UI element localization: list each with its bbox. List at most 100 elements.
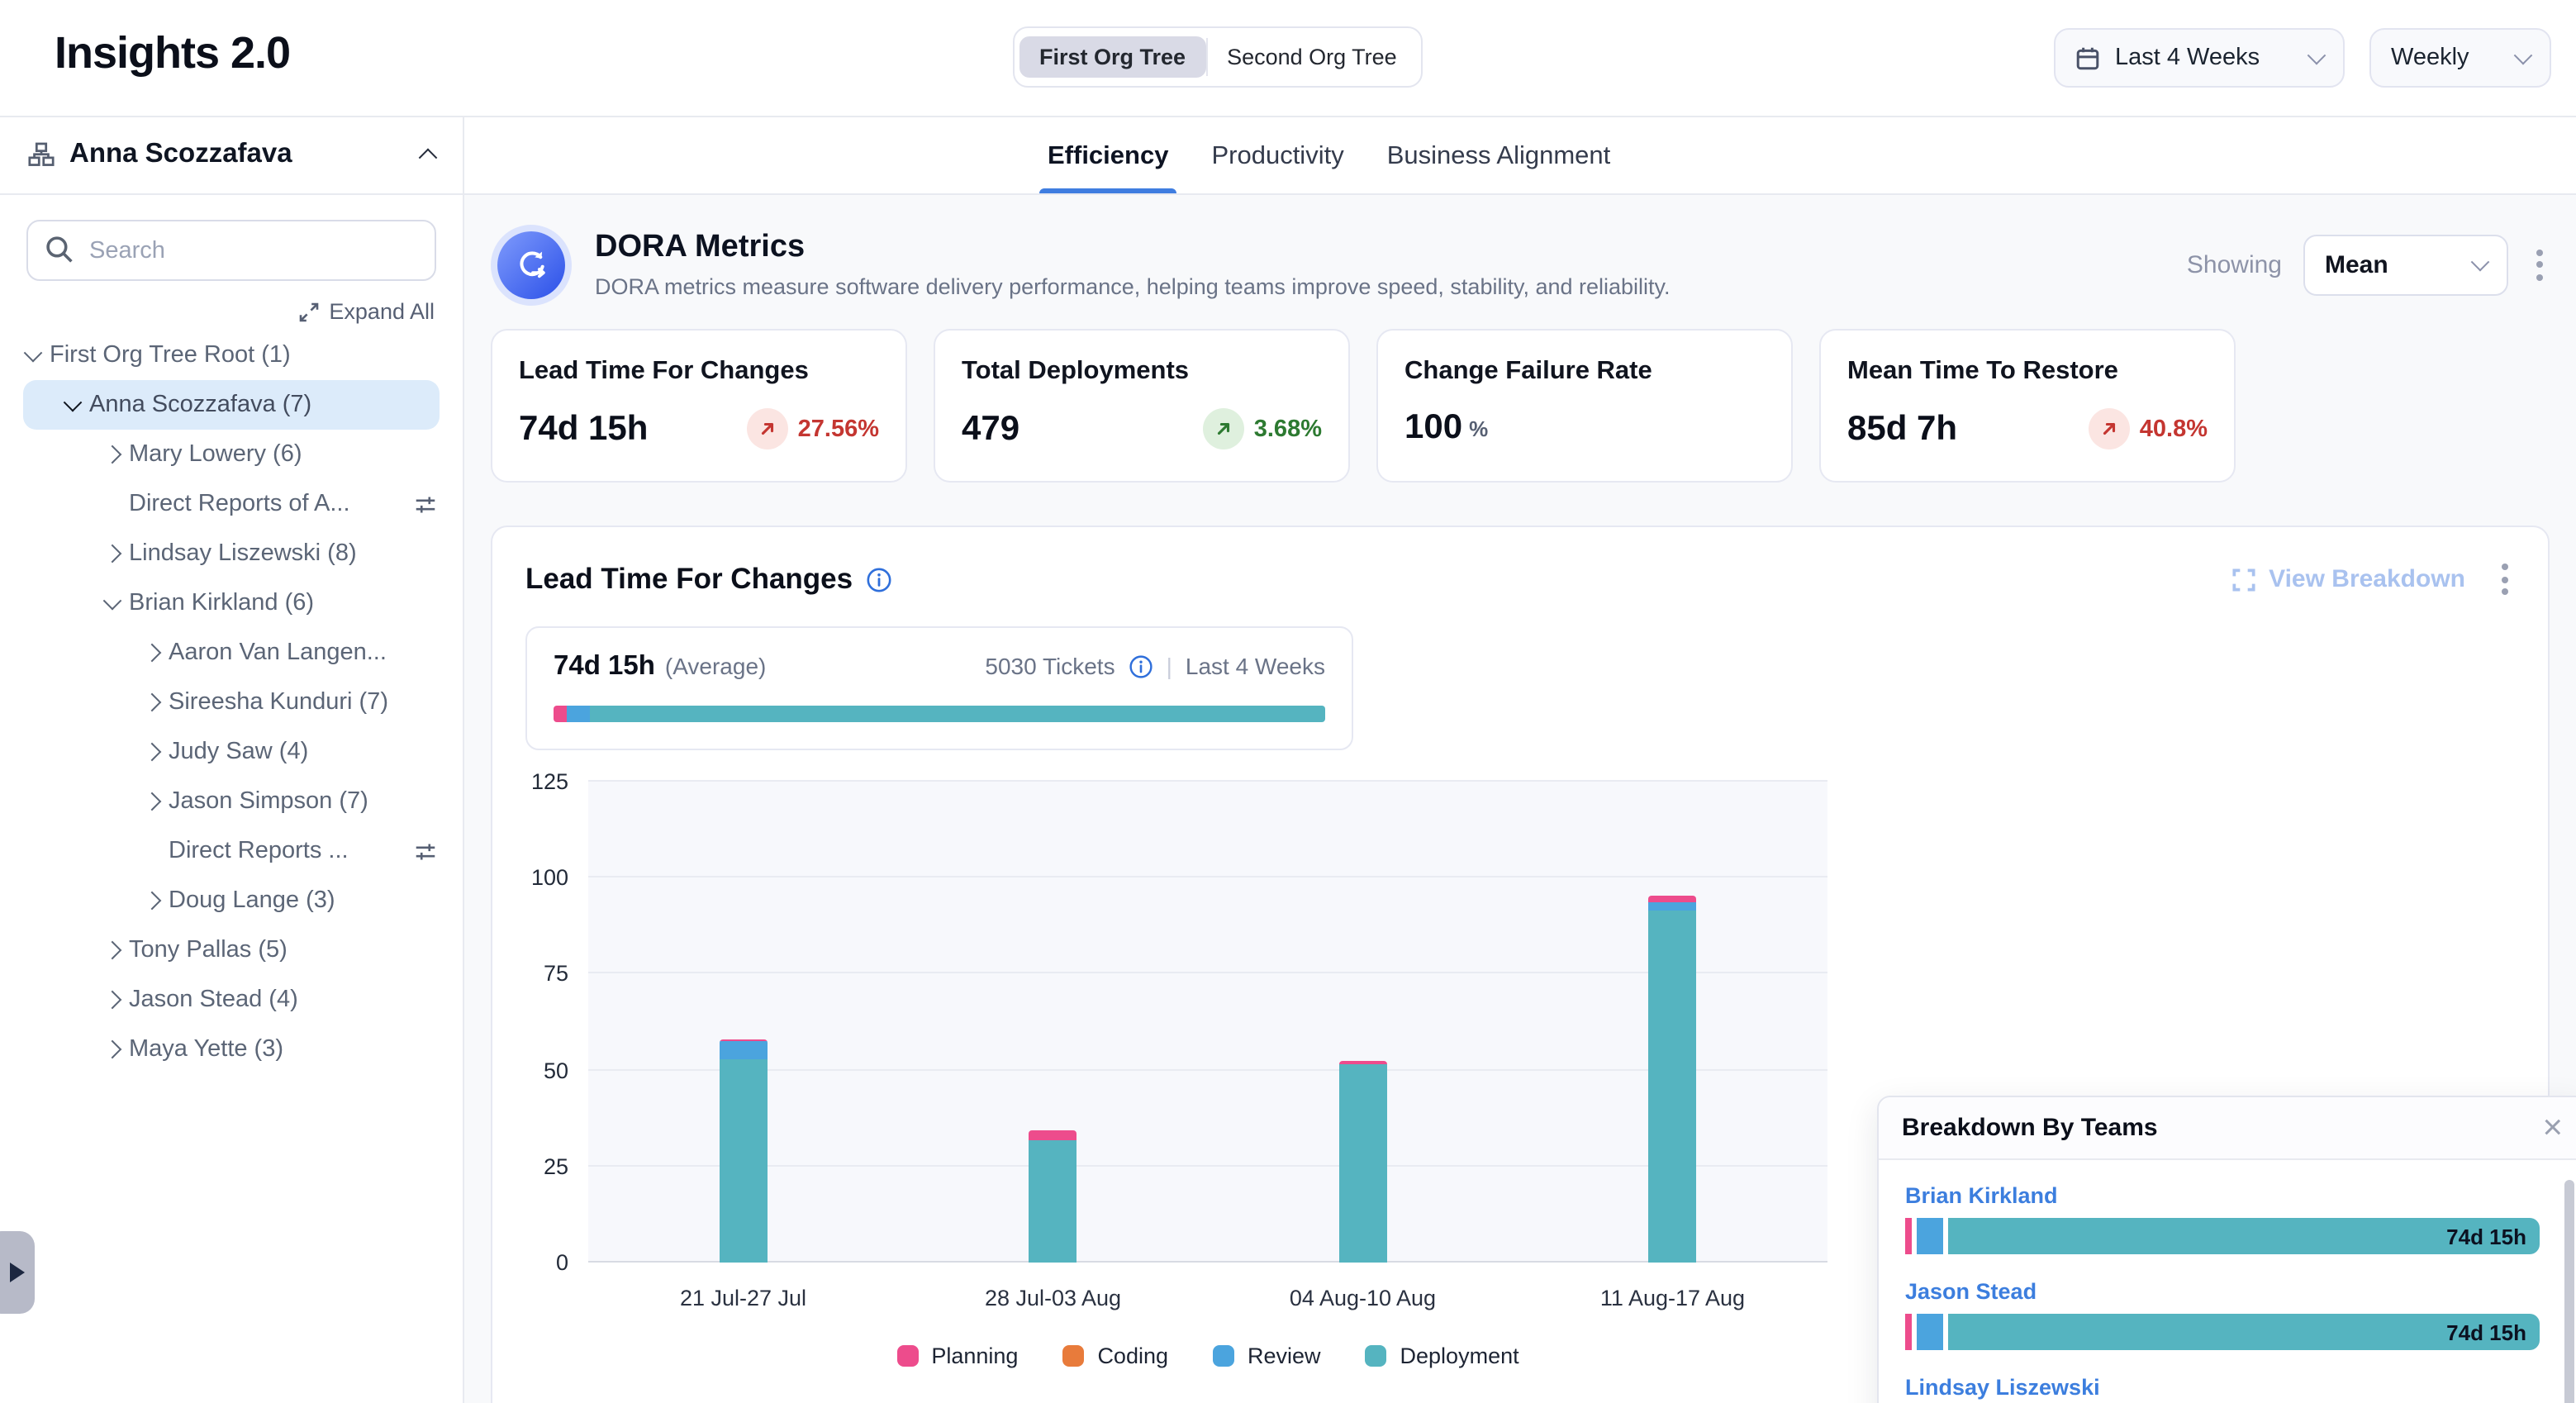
tree-item-label: Aaron Van Langen...	[169, 640, 387, 666]
granularity-value: Weekly	[2391, 45, 2469, 71]
expand-all-button[interactable]: Expand All	[28, 299, 435, 324]
lead-time-title: Lead Time For Changes	[525, 562, 853, 597]
tree-item-aaron-van-langen[interactable]: Aaron Van Langen...	[0, 628, 463, 678]
chevron-right-icon[interactable]	[135, 894, 169, 907]
close-icon[interactable]: ×	[2542, 1111, 2563, 1145]
metric-card-value: 74d 15h	[519, 409, 648, 449]
aggregation-value: Mean	[2325, 250, 2388, 278]
y-axis-tick-50: 50	[544, 1058, 568, 1082]
chevron-right-icon[interactable]	[96, 448, 129, 461]
showing-label: Showing	[2187, 250, 2282, 278]
summary-qualifier: (Average)	[665, 653, 766, 679]
dora-kebab-menu[interactable]	[2530, 242, 2550, 287]
tree-item-jason-simpson-7[interactable]: Jason Simpson (7)	[0, 777, 463, 826]
filter-icon[interactable]	[415, 840, 436, 862]
breakdown-value: 74d 15h	[2446, 1224, 2526, 1248]
y-axis-tick-125: 125	[531, 769, 568, 794]
tree-item-label: Tony Pallas (5)	[129, 937, 288, 963]
main-content: DORA Metrics DORA metrics measure softwa…	[463, 195, 2576, 1403]
chart-legend: PlanningCodingReviewDeployment	[588, 1344, 1827, 1368]
org-tree-tab-first-org-tree[interactable]: First Org Tree	[1019, 36, 1205, 78]
tree-item-tony-pallas-5[interactable]: Tony Pallas (5)	[0, 925, 463, 975]
breakdown-team-link[interactable]: Jason Stead	[1905, 1279, 2540, 1304]
view-breakdown-label: View Breakdown	[2269, 565, 2465, 593]
chevron-down-icon[interactable]	[96, 597, 129, 610]
tree-item-maya-yette-3[interactable]: Maya Yette (3)	[0, 1025, 463, 1074]
info-icon[interactable]	[866, 566, 892, 592]
legend-label: Review	[1248, 1344, 1321, 1368]
sidebar-collapse-handle[interactable]	[0, 1231, 35, 1314]
toggle-divider	[1205, 38, 1207, 76]
insights-app: Insights 2.0 First Org TreeSecond Org Tr…	[0, 0, 2576, 1403]
tab-productivity[interactable]: Productivity	[1211, 142, 1343, 193]
tab-business-alignment[interactable]: Business Alignment	[1387, 142, 1611, 193]
bar-segment-review	[720, 1041, 768, 1058]
divider: |	[1167, 653, 1172, 679]
chevron-down-icon[interactable]	[17, 349, 50, 362]
breakdown-team-link[interactable]: Brian Kirkland	[1905, 1183, 2540, 1208]
chevron-right-icon[interactable]	[135, 696, 169, 709]
tree-item-anna-scozzafava-7[interactable]: Anna Scozzafava (7)	[23, 380, 440, 430]
search-input[interactable]	[26, 220, 436, 281]
bar-21-jul-27-jul[interactable]	[720, 1039, 768, 1263]
bar-04-aug-10-aug[interactable]	[1339, 1061, 1387, 1263]
tree-item-lindsay-liszewski-8[interactable]: Lindsay Liszewski (8)	[0, 529, 463, 578]
filter-icon[interactable]	[415, 493, 436, 515]
org-tree-tab-second-org-tree[interactable]: Second Org Tree	[1207, 36, 1417, 78]
sidebar-header[interactable]: Anna Scozzafava	[0, 116, 463, 195]
lead-time-kebab-menu[interactable]	[2495, 557, 2515, 602]
bar-28-jul-03-aug[interactable]	[1029, 1130, 1077, 1263]
view-breakdown-button[interactable]: View Breakdown	[2232, 565, 2465, 593]
tree-item-jason-stead-4[interactable]: Jason Stead (4)	[0, 975, 463, 1025]
aggregation-select[interactable]: Mean	[2303, 234, 2508, 295]
tree-item-doug-lange-3[interactable]: Doug Lange (3)	[0, 876, 463, 925]
x-axis-label-11-aug-17-aug: 11 Aug-17 Aug	[1600, 1286, 1745, 1310]
chevron-right-icon[interactable]	[96, 547, 129, 560]
metric-card-delta-value: 27.56%	[798, 416, 879, 442]
tree-item-judy-saw-4[interactable]: Judy Saw (4)	[0, 727, 463, 777]
summary-value: 74d 15h	[554, 651, 655, 682]
breakdown-scrollbar[interactable]	[2564, 1180, 2574, 1403]
bar-segment-planning	[1649, 895, 1697, 902]
chevron-right-icon[interactable]	[96, 944, 129, 957]
trend-up-arrow-icon	[747, 408, 788, 449]
tree-item-sireesha-kunduri-7[interactable]: Sireesha Kunduri (7)	[0, 678, 463, 727]
metric-cards: Lead Time For Changes74d 15h27.56%Total …	[491, 329, 2236, 483]
breakdown-bar: 74d 15h	[1905, 1218, 2540, 1254]
tree-item-brian-kirkland-6[interactable]: Brian Kirkland (6)	[0, 578, 463, 628]
metric-card-title: Change Failure Rate	[1404, 357, 1765, 387]
summary-bar-segment-planning	[554, 706, 567, 722]
gridline-100	[588, 876, 1827, 877]
x-axis-label-04-aug-10-aug: 04 Aug-10 Aug	[1290, 1286, 1436, 1310]
chevron-down-icon[interactable]	[56, 398, 89, 411]
date-range-select[interactable]: Last 4 Weeks	[2054, 28, 2345, 88]
tree-item-direct-reports[interactable]: Direct Reports ...	[0, 826, 463, 876]
x-axis-label-21-jul-27-jul: 21 Jul-27 Jul	[680, 1286, 806, 1310]
granularity-select[interactable]: Weekly	[2369, 28, 2551, 88]
collapse-chevron-up-icon[interactable]	[419, 148, 438, 167]
legend-swatch-review	[1213, 1345, 1234, 1367]
metric-card-delta: 27.56%	[747, 408, 879, 449]
bar-11-aug-17-aug[interactable]	[1649, 895, 1697, 1263]
chevron-right-icon[interactable]	[96, 993, 129, 1006]
tree-item-first-org-tree-root-1[interactable]: First Org Tree Root (1)	[0, 331, 463, 380]
chevron-right-icon[interactable]	[135, 646, 169, 659]
gridline-50	[588, 1068, 1827, 1070]
info-icon[interactable]	[1129, 654, 1153, 678]
legend-item-deployment: Deployment	[1366, 1344, 1519, 1368]
x-axis-label-28-jul-03-aug: 28 Jul-03 Aug	[985, 1286, 1121, 1310]
chevron-down-icon	[2514, 46, 2533, 65]
breakdown-team-link[interactable]: Lindsay Liszewski	[1905, 1375, 2540, 1400]
breakdown-row-brian-kirkland: Brian Kirkland 74d 15h	[1905, 1183, 2540, 1254]
bar-segment-planning	[1029, 1130, 1077, 1139]
tree-item-mary-lowery-6[interactable]: Mary Lowery (6)	[0, 430, 463, 479]
chevron-right-icon[interactable]	[96, 1043, 129, 1056]
metric-card-total-deployments: Total Deployments4793.68%	[934, 329, 1350, 483]
tree-item-direct-reports-of-a[interactable]: Direct Reports of A...	[0, 479, 463, 529]
summary-period: Last 4 Weeks	[1186, 653, 1325, 679]
chevron-down-icon	[2307, 46, 2326, 65]
tab-efficiency[interactable]: Efficiency	[1048, 142, 1168, 193]
chevron-right-icon[interactable]	[135, 745, 169, 759]
chevron-right-icon[interactable]	[135, 795, 169, 808]
breakdown-row-lindsay-liszewski: Lindsay Liszewski74d 15h	[1905, 1375, 2540, 1403]
